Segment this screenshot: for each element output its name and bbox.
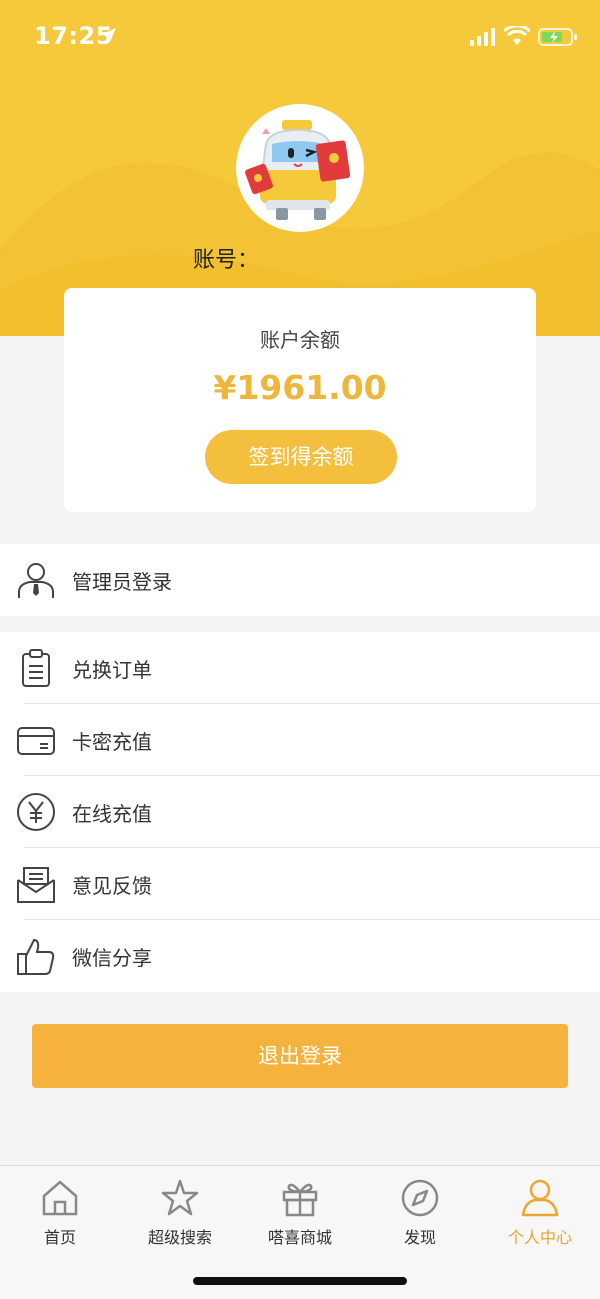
person-icon [521, 1179, 559, 1217]
location-arrow-icon [102, 28, 116, 42]
yen-icon [0, 776, 72, 848]
menu-item-label: 兑换订单 [72, 657, 152, 682]
compass-icon [401, 1179, 439, 1217]
tab-label: 超级搜索 [147, 1228, 212, 1247]
wifi-icon [504, 26, 530, 45]
tab-label: 个人中心 [507, 1228, 572, 1247]
menu-item-admin-login[interactable]: 管理员登录 [0, 544, 600, 616]
battery-icon [538, 28, 577, 46]
tab-mall[interactable]: 嗒喜商城 [240, 1166, 360, 1262]
gift-icon [282, 1183, 318, 1217]
thumbs-up-icon [0, 920, 72, 992]
menu-item-label: 在线充值 [72, 801, 152, 826]
tab-home[interactable]: 首页 [0, 1166, 120, 1262]
balance-amount: ¥1961.00 [213, 368, 387, 407]
envelope-icon [0, 848, 72, 920]
home-icon [42, 1180, 78, 1216]
balance-title: 账户余额 [260, 328, 340, 352]
user-tie-icon [0, 544, 72, 616]
tab-profile[interactable]: 个人中心 [480, 1166, 600, 1262]
star-icon [161, 1179, 199, 1216]
account-label: 账号： [193, 248, 260, 273]
menu-item-label: 意见反馈 [72, 873, 152, 898]
menu-item-exchange-orders[interactable]: 兑换订单 [0, 632, 600, 704]
menu-item-card-recharge[interactable]: 卡密充值 [0, 704, 600, 776]
menu-item-label: 管理员登录 [72, 569, 172, 594]
tab-label: 首页 [43, 1228, 76, 1247]
menu-item-wechat-share[interactable]: 微信分享 [0, 920, 600, 992]
status-bar: 17:25 [0, 0, 600, 74]
taxi-mascot-icon [245, 120, 351, 220]
signin-reward-button[interactable]: 签到得余额 [205, 430, 397, 484]
tab-super-search[interactable]: 超级搜索 [120, 1166, 240, 1262]
clipboard-icon [0, 632, 72, 704]
tab-label: 嗒喜商城 [267, 1228, 332, 1247]
home-indicator[interactable] [193, 1277, 407, 1285]
menu-item-label: 卡密充值 [72, 729, 152, 754]
menu-item-label: 微信分享 [72, 945, 152, 970]
menu-item-feedback[interactable]: 意见反馈 [0, 848, 600, 920]
card-icon [0, 704, 72, 776]
tab-discover[interactable]: 发现 [360, 1166, 480, 1262]
admin-menu-group: 管理员登录 [0, 544, 600, 616]
balance-card: 账户余额 ¥1961.00 签到得余额 [64, 288, 536, 512]
main-menu-group: 兑换订单 卡密充值 在线充值 意见反馈 微信分享 [0, 632, 600, 992]
tab-label: 发现 [403, 1228, 436, 1247]
signal-icon [470, 28, 495, 46]
logout-button[interactable]: 退出登录 [32, 1024, 568, 1088]
avatar[interactable] [236, 104, 364, 232]
menu-item-online-recharge[interactable]: 在线充值 [0, 776, 600, 848]
